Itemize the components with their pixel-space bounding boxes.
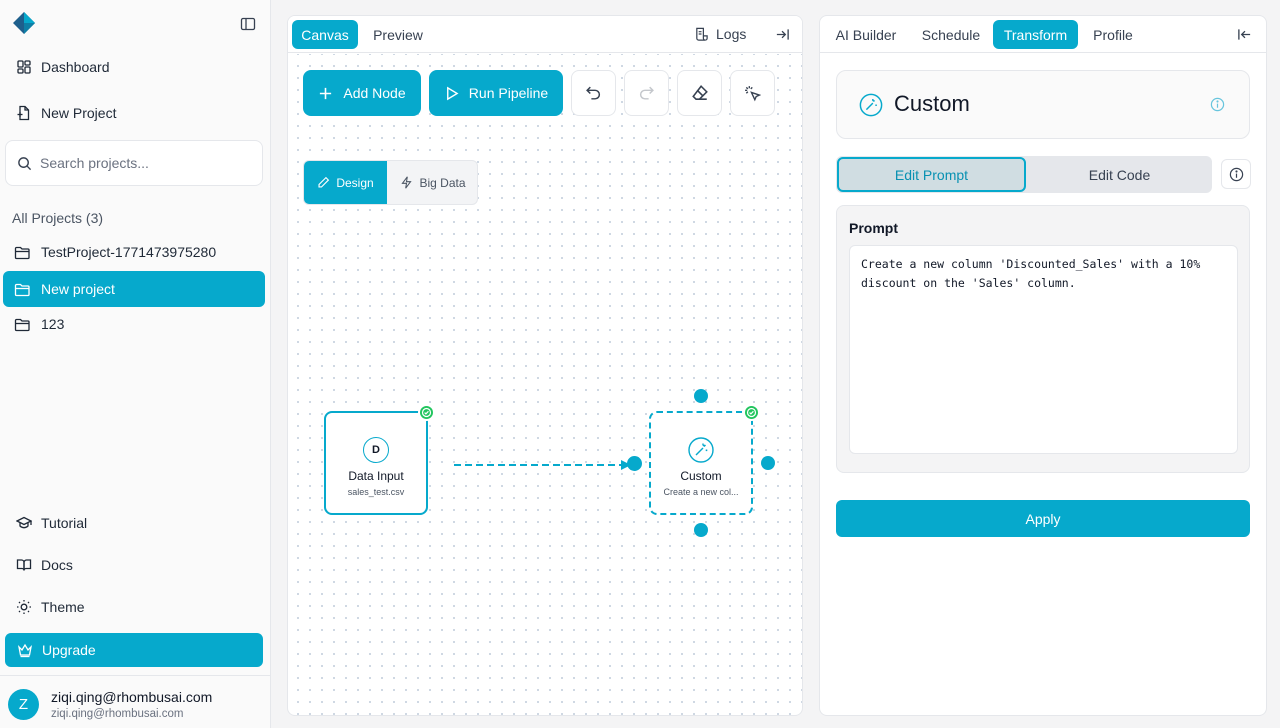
success-check-icon bbox=[418, 404, 435, 421]
edit-prompt-button[interactable]: Edit Prompt bbox=[837, 157, 1026, 192]
upgrade-label: Upgrade bbox=[42, 642, 96, 658]
wand-icon bbox=[859, 93, 883, 117]
nav-tutorial[interactable]: Tutorial bbox=[16, 511, 87, 535]
nav-dashboard[interactable]: Dashboard bbox=[16, 55, 110, 79]
nav-new-project-label: New Project bbox=[41, 105, 117, 121]
handle-bottom[interactable] bbox=[694, 523, 708, 537]
nav-theme-label: Theme bbox=[41, 599, 85, 615]
new-file-icon bbox=[16, 105, 32, 121]
node-badge: D bbox=[363, 437, 389, 463]
canvas-grid[interactable]: Add Node Run Pipeline Design Big Data D … bbox=[288, 54, 802, 715]
avatar: Z bbox=[8, 689, 39, 720]
node-data-input[interactable]: D Data Input sales_test.csv bbox=[324, 411, 428, 515]
nav-new-project[interactable]: New Project bbox=[16, 101, 116, 125]
prompt-label: Prompt bbox=[849, 220, 898, 236]
handle-top[interactable] bbox=[694, 389, 708, 403]
project-item[interactable]: 123 bbox=[3, 306, 265, 342]
project-name: New project bbox=[41, 281, 115, 297]
nav-theme[interactable]: Theme bbox=[16, 595, 85, 619]
tab-canvas[interactable]: Canvas bbox=[292, 20, 358, 49]
user-profile[interactable]: Z ziqi.qing@rhombusai.com ziqi.qing@rhom… bbox=[0, 675, 271, 728]
search-icon bbox=[17, 156, 32, 171]
canvas-panel: Canvas Preview Logs Add Node Run Pipelin… bbox=[287, 15, 803, 716]
info-icon[interactable] bbox=[1210, 97, 1225, 112]
tab-profile[interactable]: Profile bbox=[1084, 20, 1142, 49]
edge-connection bbox=[454, 460, 631, 470]
tab-schedule[interactable]: Schedule bbox=[913, 20, 989, 49]
expand-panel-icon[interactable] bbox=[775, 27, 790, 42]
sun-icon bbox=[16, 599, 32, 615]
project-name: 123 bbox=[41, 316, 65, 332]
edit-code-button[interactable]: Edit Code bbox=[1028, 157, 1211, 192]
transform-title: Custom bbox=[894, 91, 970, 116]
tab-preview[interactable]: Preview bbox=[364, 20, 432, 49]
folder-icon bbox=[14, 245, 31, 260]
project-name: TestProject-1771473975280 bbox=[41, 244, 217, 260]
crown-icon bbox=[17, 642, 33, 658]
node-subtitle: Create a new col... bbox=[663, 487, 739, 497]
nav-tutorial-label: Tutorial bbox=[41, 515, 88, 531]
handle-right[interactable] bbox=[761, 456, 775, 470]
graduation-cap-icon bbox=[16, 515, 32, 531]
logs-button[interactable]: Logs bbox=[694, 26, 746, 42]
sidebar-toggle-icon[interactable] bbox=[240, 16, 256, 32]
nav-docs[interactable]: Docs bbox=[16, 553, 73, 577]
edit-mode-info-button[interactable] bbox=[1221, 159, 1251, 189]
logs-label: Logs bbox=[716, 26, 747, 42]
wand-icon bbox=[688, 437, 714, 463]
transform-panel: AI Builder Schedule Transform Profile Cu… bbox=[819, 15, 1267, 716]
right-tabbar: AI Builder Schedule Transform Profile bbox=[820, 16, 1266, 53]
dashboard-icon bbox=[16, 59, 32, 75]
success-check-icon bbox=[743, 404, 760, 421]
node-subtitle: sales_test.csv bbox=[347, 487, 405, 497]
edit-mode-toggle: Edit Prompt Edit Code bbox=[836, 156, 1212, 193]
book-icon bbox=[16, 557, 32, 573]
search-input[interactable] bbox=[40, 155, 240, 171]
node-title: Data Input bbox=[348, 469, 404, 483]
user-name: ziqi.qing@rhombusai.com bbox=[51, 689, 213, 705]
transform-header: Custom bbox=[836, 70, 1250, 139]
handle-left[interactable] bbox=[627, 456, 642, 471]
logs-icon bbox=[694, 27, 709, 42]
project-item[interactable]: TestProject-1771473975280 bbox=[3, 234, 265, 270]
prompt-textarea[interactable]: Create a new column 'Discounted_Sales' w… bbox=[849, 245, 1238, 454]
node-title: Custom bbox=[680, 469, 722, 483]
logo[interactable] bbox=[12, 11, 36, 35]
prompt-section: Prompt Create a new column 'Discounted_S… bbox=[836, 205, 1250, 473]
collapse-panel-icon[interactable] bbox=[1237, 27, 1252, 42]
folder-icon bbox=[14, 282, 31, 297]
apply-button[interactable]: Apply bbox=[836, 500, 1250, 537]
tab-ai-builder[interactable]: AI Builder bbox=[827, 20, 905, 49]
folder-icon bbox=[14, 317, 31, 332]
node-custom[interactable]: Custom Create a new col... bbox=[649, 411, 753, 515]
upgrade-button[interactable]: Upgrade bbox=[5, 633, 263, 667]
user-email: ziqi.qing@rhombusai.com bbox=[51, 708, 184, 720]
search-box bbox=[5, 140, 263, 186]
info-icon bbox=[1229, 167, 1244, 182]
projects-heading: All Projects (3) bbox=[12, 210, 104, 226]
sidebar: Dashboard New Project All Projects (3) T… bbox=[0, 0, 271, 728]
project-item-active[interactable]: New project bbox=[3, 271, 265, 307]
canvas-tabbar: Canvas Preview Logs bbox=[288, 16, 802, 53]
tab-transform[interactable]: Transform bbox=[993, 20, 1078, 49]
nav-docs-label: Docs bbox=[41, 557, 73, 573]
nav-dashboard-label: Dashboard bbox=[41, 59, 110, 75]
